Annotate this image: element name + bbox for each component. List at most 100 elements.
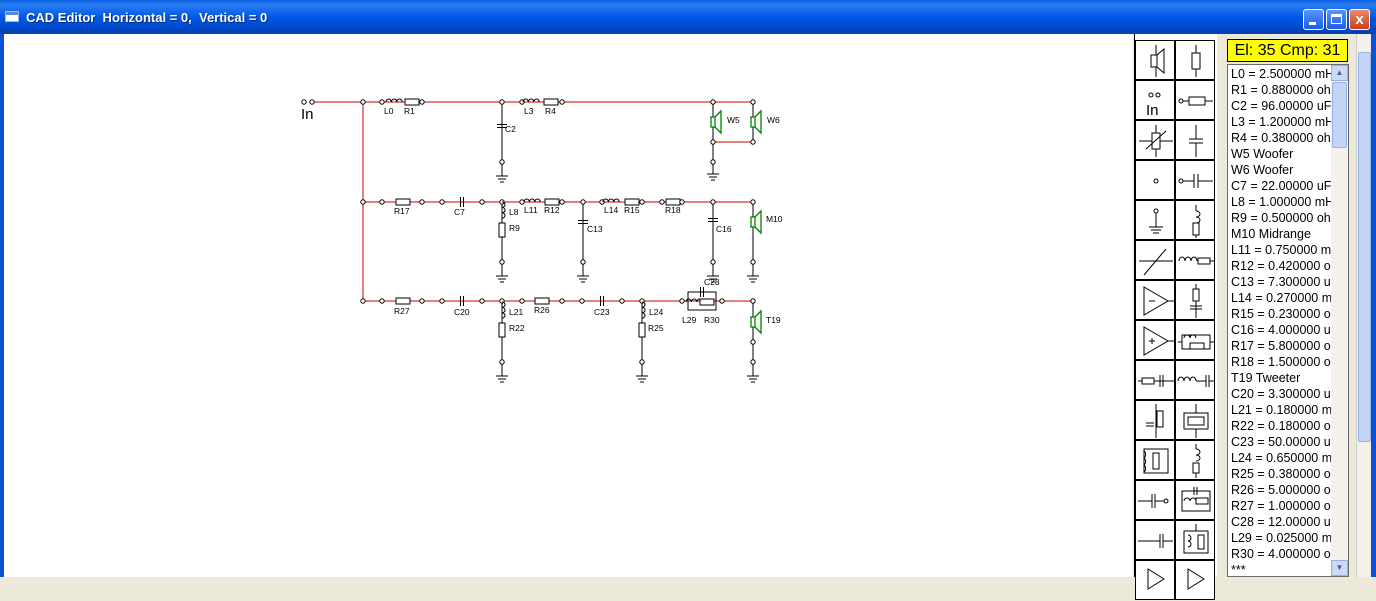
- list-scroll-thumb[interactable]: [1332, 82, 1347, 148]
- component-list-item[interactable]: L8 = 1.000000 mH: [1231, 194, 1331, 210]
- component-list-item[interactable]: R25 = 0.380000 ohm: [1231, 466, 1331, 482]
- component-list-item[interactable]: T19 Tweeter: [1231, 370, 1331, 386]
- component-list-item[interactable]: R9 = 0.500000 ohm: [1231, 210, 1331, 226]
- component-list-item[interactable]: W6 Woofer: [1231, 162, 1331, 178]
- ground-icon[interactable]: [1135, 200, 1175, 240]
- label-R9: R9: [509, 223, 520, 233]
- maximize-button[interactable]: [1326, 9, 1347, 30]
- parallel-rc-vertical-icon[interactable]: [1175, 280, 1215, 320]
- label-L8: L8: [509, 207, 519, 217]
- component-list-item[interactable]: R26 = 5.000000 ohm: [1231, 482, 1331, 498]
- label-L3: L3: [524, 106, 534, 116]
- label-W5: W5: [727, 115, 740, 125]
- triangle-right-icon[interactable]: [1175, 560, 1215, 600]
- component-list-item[interactable]: L0 = 2.500000 mH: [1231, 66, 1331, 82]
- component-list-item[interactable]: R15 = 0.230000 ohm: [1231, 306, 1331, 322]
- component-list-item[interactable]: C2 = 96.00000 uF: [1231, 98, 1331, 114]
- schematic-canvas[interactable]: In L0 R1 C2 L3 R4 W5 W6 R17 C7 L8 L11 R1: [4, 34, 1133, 577]
- resistor-horizontal-icon[interactable]: [1175, 80, 1215, 120]
- component-list-item[interactable]: C13 = 7.300000 uF: [1231, 274, 1331, 290]
- canvas-scroll-thumb[interactable]: [1358, 52, 1371, 442]
- close-button[interactable]: x: [1349, 9, 1370, 30]
- component-list-item[interactable]: C20 = 3.300000 uF: [1231, 386, 1331, 402]
- component-list-item[interactable]: ***: [1231, 562, 1331, 576]
- label-L0: L0: [384, 106, 394, 116]
- component-list-item[interactable]: R1 = 0.880000 ohm: [1231, 82, 1331, 98]
- label-C2: C2: [505, 124, 516, 134]
- schematic-drawing: In L0 R1 C2 L3 R4 W5 W6 R17 C7 L8 L11 R1: [301, 98, 783, 383]
- component-list-item[interactable]: W5 Woofer: [1231, 146, 1331, 162]
- label-T19: T19: [766, 315, 781, 325]
- component-list-item[interactable]: C7 = 22.00000 uF: [1231, 178, 1331, 194]
- scroll-down-icon[interactable]: ▼: [1331, 560, 1348, 576]
- triangle-left-icon[interactable]: [1135, 560, 1175, 600]
- label-R1: R1: [404, 106, 415, 116]
- component-list-item[interactable]: C16 = 4.000000 uF: [1231, 322, 1331, 338]
- parallel-lcr-icon[interactable]: [1175, 480, 1215, 520]
- input-node-icon[interactable]: In: [1135, 80, 1175, 120]
- parallel-lr-icon[interactable]: [1175, 320, 1215, 360]
- label-L11: L11: [524, 205, 538, 215]
- label-C23: C23: [594, 307, 610, 317]
- component-list-item[interactable]: L11 = 0.750000 mH: [1231, 242, 1331, 258]
- label-R30: R30: [704, 315, 720, 325]
- node-dot-icon[interactable]: [1135, 160, 1175, 200]
- list-scrollbar[interactable]: ▲ ▼: [1331, 65, 1348, 576]
- component-list-items: L0 = 2.500000 mH R1 = 0.880000 ohm C2 = 96…: [1231, 66, 1331, 576]
- parallel-rc-ground-icon[interactable]: [1135, 400, 1175, 440]
- variable-resistor-icon[interactable]: [1135, 120, 1175, 160]
- capacitor-horizontal-icon[interactable]: [1175, 160, 1215, 200]
- canvas-scrollbar[interactable]: [1356, 34, 1372, 577]
- resistor-vertical-icon[interactable]: [1175, 40, 1215, 80]
- amplifier-plus-icon[interactable]: [1135, 320, 1175, 360]
- amplifier-minus-icon[interactable]: [1135, 280, 1175, 320]
- switch-icon[interactable]: [1135, 240, 1175, 280]
- component-list-item[interactable]: R12 = 0.420000 ohm: [1231, 258, 1331, 274]
- label-C13: C13: [587, 224, 603, 234]
- app-icon: [5, 11, 19, 22]
- component-list-item[interactable]: C28 = 12.00000 uF: [1231, 514, 1331, 530]
- component-list[interactable]: L0 = 2.500000 mH R1 = 0.880000 ohm C2 = 96…: [1227, 64, 1349, 577]
- parallel-lcr-vertical-icon[interactable]: [1175, 520, 1215, 560]
- capacitor-vertical-icon[interactable]: [1175, 120, 1215, 160]
- component-list-item[interactable]: R30 = 4.000000 ohm: [1231, 546, 1331, 562]
- series-lc-horizontal-icon[interactable]: [1175, 360, 1215, 400]
- component-list-item[interactable]: C23 = 50.00000 uF: [1231, 434, 1331, 450]
- minimize-button[interactable]: [1303, 9, 1324, 30]
- component-list-item[interactable]: L21 = 0.180000 mH: [1231, 402, 1331, 418]
- component-list-item[interactable]: R27 = 1.000000 ohm: [1231, 498, 1331, 514]
- component-list-item[interactable]: R17 = 5.800000 ohm: [1231, 338, 1331, 354]
- inductor-vertical-icon[interactable]: [1175, 200, 1215, 240]
- capacitor-to-node-icon[interactable]: [1135, 480, 1175, 520]
- scroll-up-icon[interactable]: ▲: [1331, 65, 1348, 81]
- label-L24: L24: [649, 307, 663, 317]
- label-R27: R27: [394, 306, 410, 316]
- speaker-icon[interactable]: [1135, 40, 1175, 80]
- series-rc-horizontal-icon[interactable]: [1135, 360, 1175, 400]
- component-list-item[interactable]: L14 = 0.270000 mH: [1231, 290, 1331, 306]
- label-R12: R12: [544, 205, 560, 215]
- label-W6: W6: [767, 115, 780, 125]
- window-frame-right: [1371, 34, 1376, 577]
- component-list-item[interactable]: L3 = 1.200000 mH: [1231, 114, 1331, 130]
- component-list-item[interactable]: L29 = 0.025000 mH: [1231, 530, 1331, 546]
- label-R4: R4: [545, 106, 556, 116]
- component-list-item[interactable]: R4 = 0.380000 ohm: [1231, 130, 1331, 146]
- label-C7: C7: [454, 207, 465, 217]
- label-R17: R17: [394, 206, 410, 216]
- title-bar[interactable]: CAD Editor Horizontal = 0, Vertical = 0 …: [0, 0, 1376, 34]
- parallel-lr-vertical-icon[interactable]: [1135, 440, 1175, 480]
- parallel-lr-horizontal-icon[interactable]: [1175, 400, 1215, 440]
- component-list-item[interactable]: R22 = 0.180000 ohm: [1231, 418, 1331, 434]
- label-L14: L14: [604, 205, 618, 215]
- component-palette: In: [1134, 34, 1217, 600]
- component-list-item[interactable]: R18 = 1.500000 ohm: [1231, 354, 1331, 370]
- component-list-item[interactable]: M10 Midrange: [1231, 226, 1331, 242]
- label-C16: C16: [716, 224, 732, 234]
- close-icon: x: [1355, 11, 1364, 28]
- component-list-item[interactable]: L24 = 0.650000 mH: [1231, 450, 1331, 466]
- capacitor-ground-icon[interactable]: [1135, 520, 1175, 560]
- inductor-horizontal-icon[interactable]: [1175, 240, 1215, 280]
- label-R26: R26: [534, 305, 550, 315]
- series-lr-vertical-icon[interactable]: [1175, 440, 1215, 480]
